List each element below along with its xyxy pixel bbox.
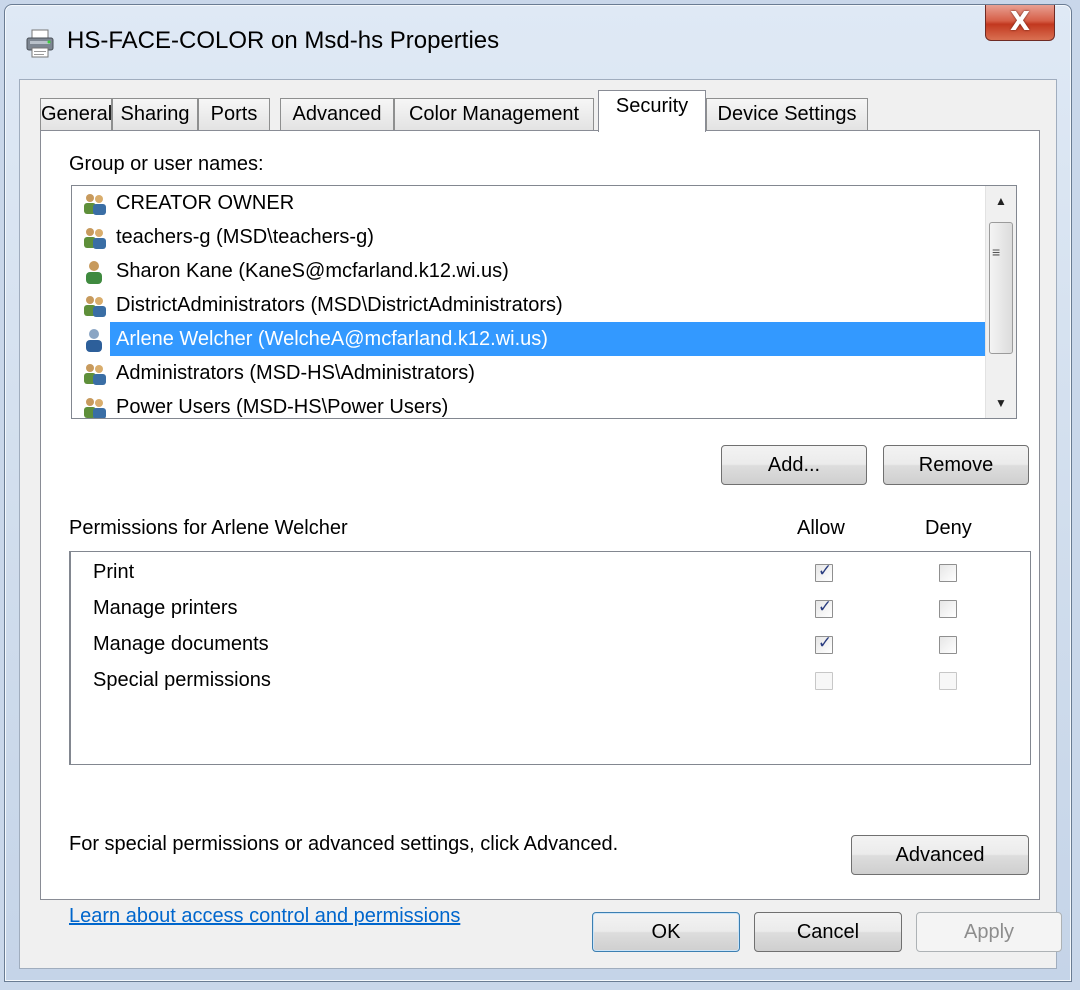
permission-row: Special permissions	[93, 662, 271, 698]
learn-access-control-link[interactable]: Learn about access control and permissio…	[69, 905, 460, 928]
close-icon: X	[1009, 7, 1031, 37]
group-icon	[82, 396, 108, 418]
title-bar[interactable]: HS-FACE-COLOR on Msd-hs Properties X	[5, 5, 1071, 77]
checkmark-icon: ✓	[817, 561, 833, 581]
tab-device-settings[interactable]: Device Settings	[706, 98, 868, 130]
allow-column-header: Allow	[797, 517, 845, 539]
tab-ports[interactable]: Ports	[198, 98, 270, 130]
group-icon	[82, 226, 108, 250]
list-item-label: Administrators (MSD-HS\Administrators)	[116, 362, 475, 384]
user-icon	[82, 260, 108, 284]
list-item-label: Sharon Kane (KaneS@mcfarland.k12.wi.us)	[116, 260, 509, 282]
user-icon	[82, 328, 108, 352]
print-deny-checkbox[interactable]	[939, 564, 957, 582]
manage-documents-deny-checkbox[interactable]	[939, 636, 957, 654]
cancel-button[interactable]: Cancel	[754, 912, 902, 952]
permissions-label: Permissions for Arlene Welcher	[69, 517, 348, 539]
list-item-label: CREATOR OWNER	[116, 192, 295, 214]
tab-general[interactable]: General	[40, 98, 112, 130]
properties-window: HS-FACE-COLOR on Msd-hs Properties X Gen…	[4, 4, 1072, 982]
scroll-down-icon[interactable]: ▼	[986, 388, 1016, 418]
group-or-user-names-label: Group or user names:	[69, 153, 264, 175]
special-permissions-deny-checkbox	[939, 672, 957, 690]
scroll-up-icon[interactable]: ▲	[986, 186, 1016, 216]
list-item-label: Arlene Welcher (WelcheA@mcfarland.k12.wi…	[112, 322, 552, 356]
permission-label: Manage documents	[93, 633, 269, 655]
permission-row: Print	[93, 554, 134, 590]
scrollbar-thumb[interactable]	[989, 222, 1013, 354]
advanced-hint-text: For special permissions or advanced sett…	[69, 833, 619, 855]
grip-icon: ≡	[992, 244, 1001, 260]
manage-printers-deny-checkbox[interactable]	[939, 600, 957, 618]
checkmark-icon: ✓	[817, 633, 833, 653]
close-button[interactable]: X	[985, 5, 1055, 41]
apply-button: Apply	[916, 912, 1062, 952]
advanced-button[interactable]: Advanced	[851, 835, 1029, 875]
user-list[interactable]: CREATOR OWNER teachers-g (MSD\teachers-g…	[71, 185, 1017, 419]
group-icon	[82, 192, 108, 216]
window-title: HS-FACE-COLOR on Msd-hs Properties	[67, 27, 500, 54]
add-button[interactable]: Add...	[721, 445, 867, 485]
list-item-label: Power Users (MSD-HS\Power Users)	[116, 396, 449, 418]
dialog-client-area: General Sharing Ports Advanced Color Man…	[19, 79, 1062, 969]
list-item-selected[interactable]: Arlene Welcher (WelcheA@mcfarland.k12.wi…	[78, 322, 1000, 356]
security-tab-page: Group or user names: CREATOR OWNER teach…	[40, 130, 1040, 927]
print-allow-checkbox[interactable]: ✓	[815, 561, 833, 582]
permission-row: Manage printers	[93, 590, 238, 626]
special-permissions-allow-checkbox	[815, 672, 833, 690]
remove-button[interactable]: Remove	[883, 445, 1029, 485]
user-list-scrollbar[interactable]: ▲ ≡ ▼	[985, 186, 1016, 418]
ok-button[interactable]: OK	[592, 912, 740, 952]
tab-sharing[interactable]: Sharing	[112, 98, 198, 130]
list-item-label: teachers-g (MSD\teachers-g)	[116, 226, 374, 248]
list-item-label: DistrictAdministrators (MSD\DistrictAdmi…	[116, 294, 563, 316]
tab-color-management[interactable]: Color Management	[394, 98, 594, 130]
deny-column-header: Deny	[925, 517, 972, 539]
manage-printers-allow-checkbox[interactable]: ✓	[815, 597, 833, 618]
permissions-list: Print Manage printers Manage documents S…	[69, 551, 1031, 765]
tab-advanced[interactable]: Advanced	[280, 98, 394, 130]
group-icon	[82, 362, 108, 386]
manage-documents-allow-checkbox[interactable]: ✓	[815, 633, 833, 654]
permission-label: Print	[93, 561, 135, 583]
group-icon	[82, 294, 108, 318]
permission-label: Special permissions	[93, 669, 271, 691]
permission-row: Manage documents	[93, 626, 269, 662]
printer-icon	[25, 29, 57, 59]
tab-security[interactable]: Security	[598, 90, 706, 132]
permission-label: Manage printers	[93, 597, 238, 619]
checkmark-icon: ✓	[817, 597, 833, 617]
